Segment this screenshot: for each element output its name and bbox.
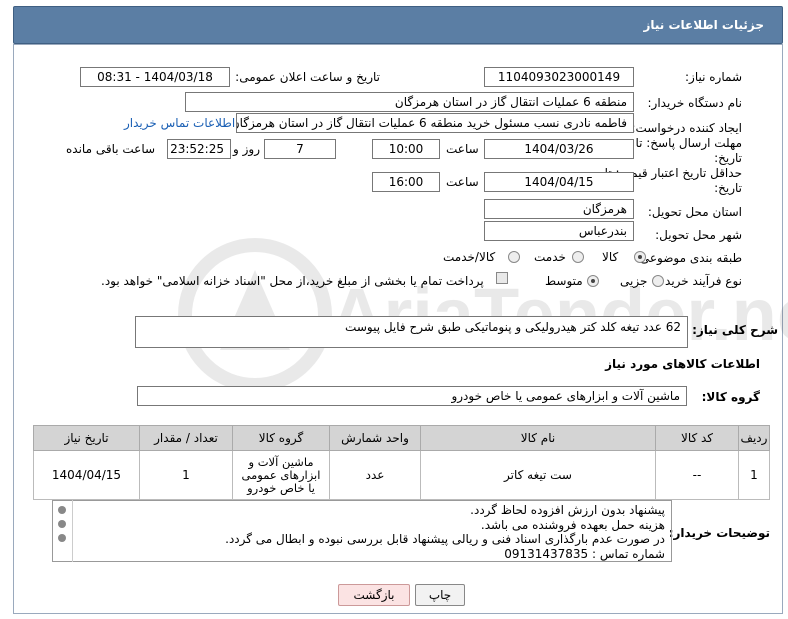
deadline-label: مهلت ارسال پاسخ: تا تاریخ: — [635, 136, 742, 165]
days-field: 7 — [264, 139, 336, 159]
remaining-time-field: 23:52:25 — [167, 139, 231, 159]
city-field: بندرعباس — [484, 221, 634, 241]
col-header-goods-group: گروه کالا — [232, 425, 330, 451]
creator-label: ایجاد کننده درخواست: — [631, 121, 742, 135]
creator-field: فاطمه نادری نسب مسئول خرید منطقه 6 عملیا… — [236, 113, 634, 133]
province-field: هرمزگان — [484, 199, 634, 219]
deadline-time-field: 10:00 — [372, 139, 440, 159]
table-header-row: ردیف کد کالا نام کالا واحد شمارش گروه کا… — [33, 425, 770, 451]
deadline-time-label: ساعت — [446, 142, 479, 156]
goods-info-title: اطلاعات کالاهای مورد نیاز — [605, 357, 760, 371]
summary-label: شرح کلی نیاز: — [692, 323, 778, 337]
col-header-unit: واحد شمارش — [329, 425, 421, 451]
validity-time-label: ساعت — [446, 175, 479, 189]
cell-unit: عدد — [329, 450, 421, 500]
print-button[interactable]: چاپ — [415, 584, 465, 606]
goods-table: ردیف کد کالا نام کالا واحد شمارش گروه کا… — [33, 425, 770, 500]
announce-label: تاریخ و ساعت اعلان عمومی: — [235, 70, 380, 84]
cell-row-number: 1 — [738, 450, 770, 500]
col-header-quantity: تعداد / مقدار — [139, 425, 233, 451]
treasury-payment-note: پرداخت تمام یا بخشی از مبلغ خرید،از محل … — [101, 274, 484, 288]
category-radio-both[interactable] — [508, 251, 520, 263]
col-header-goods-code: کد کالا — [655, 425, 739, 451]
category-radio-goods[interactable] — [634, 251, 646, 263]
need-number-label: شماره نیاز: — [685, 70, 742, 84]
table-row: 1 -- ست تیغه کاتر عدد ماشین آلات و ابزار… — [33, 450, 770, 500]
treasury-payment-checkbox[interactable] — [496, 272, 508, 284]
buyer-field: منطقه 6 عملیات انتقال گاز در استان هرمزگ… — [185, 92, 634, 112]
process-option-partial: جزیی — [620, 274, 648, 288]
page-header: جزئیات اطلاعات نیاز — [13, 6, 783, 44]
category-option-service: خدمت — [534, 250, 566, 264]
need-number-field: 1104093023000149 — [484, 67, 634, 87]
days-label: روز و — [233, 142, 260, 156]
process-radio-medium[interactable] — [587, 275, 599, 287]
deadline-date-field: 1404/03/26 — [484, 139, 634, 159]
notes-scrollbar[interactable] — [52, 500, 73, 562]
buyer-contact-link[interactable]: اطلاعات تماس خریدار — [124, 116, 235, 130]
category-option-goods: کالا — [602, 250, 619, 264]
announce-date-field: 1404/03/18 - 08:31 — [80, 67, 230, 87]
summary-textarea[interactable]: 62 عدد تیغه کلد کتر هیدرولیکی و پنوماتیک… — [135, 316, 688, 348]
buyer-note-line: پیشنهاد بدون ارزش افزوده لحاظ گردد. — [470, 503, 665, 517]
buyer-label: نام دستگاه خریدار: — [647, 96, 743, 110]
category-option-both: کالا/خدمت — [443, 250, 496, 264]
buyer-note-line: شماره تماس : 09131437835 — [504, 546, 665, 561]
buyer-note-line: هزینه حمل بعهده فروشنده می باشد. — [480, 517, 665, 532]
city-label: شهر محل تحویل: — [655, 228, 742, 242]
validity-date-field: 1404/04/15 — [484, 172, 634, 192]
col-header-need-date: تاریخ نیاز — [33, 425, 140, 451]
col-header-row-number: ردیف — [738, 425, 770, 451]
category-radio-service[interactable] — [572, 251, 584, 263]
cell-goods-group: ماشین آلات و ابزارهای عمومی یا خاص خودرو — [232, 450, 330, 500]
col-header-goods-name: نام کالا — [420, 425, 656, 451]
buyer-note-line: در صورت عدم بارگذاری اسناد فنی و ریالی پ… — [225, 532, 665, 546]
cell-quantity: 1 — [139, 450, 233, 500]
back-button[interactable]: بازگشت — [338, 584, 410, 606]
buyer-notes-label: توضیحات خریدار: — [668, 526, 770, 540]
province-label: استان محل تحویل: — [647, 205, 742, 219]
process-option-medium: متوسط — [545, 274, 583, 288]
goods-group-field: ماشین آلات و ابزارهای عمومی یا خاص خودرو — [137, 386, 687, 406]
page-title: جزئیات اطلاعات نیاز — [643, 18, 764, 32]
remaining-label: ساعت باقی مانده — [66, 142, 156, 156]
scroll-dots-icon — [58, 506, 66, 542]
goods-group-label: گروه کالا: — [701, 390, 760, 404]
cell-goods-name: ست تیغه کاتر — [420, 450, 656, 500]
cell-need-date: 1404/04/15 — [33, 450, 140, 500]
category-label: طبقه بندی موضوعی: — [635, 251, 742, 265]
validity-time-field: 16:00 — [372, 172, 440, 192]
process-label: نوع فرآیند خرید : — [657, 274, 742, 288]
buyer-notes-textarea[interactable]: پیشنهاد بدون ارزش افزوده لحاظ گردد. هزین… — [52, 500, 672, 562]
cell-goods-code: -- — [655, 450, 739, 500]
process-radio-partial[interactable] — [652, 275, 664, 287]
